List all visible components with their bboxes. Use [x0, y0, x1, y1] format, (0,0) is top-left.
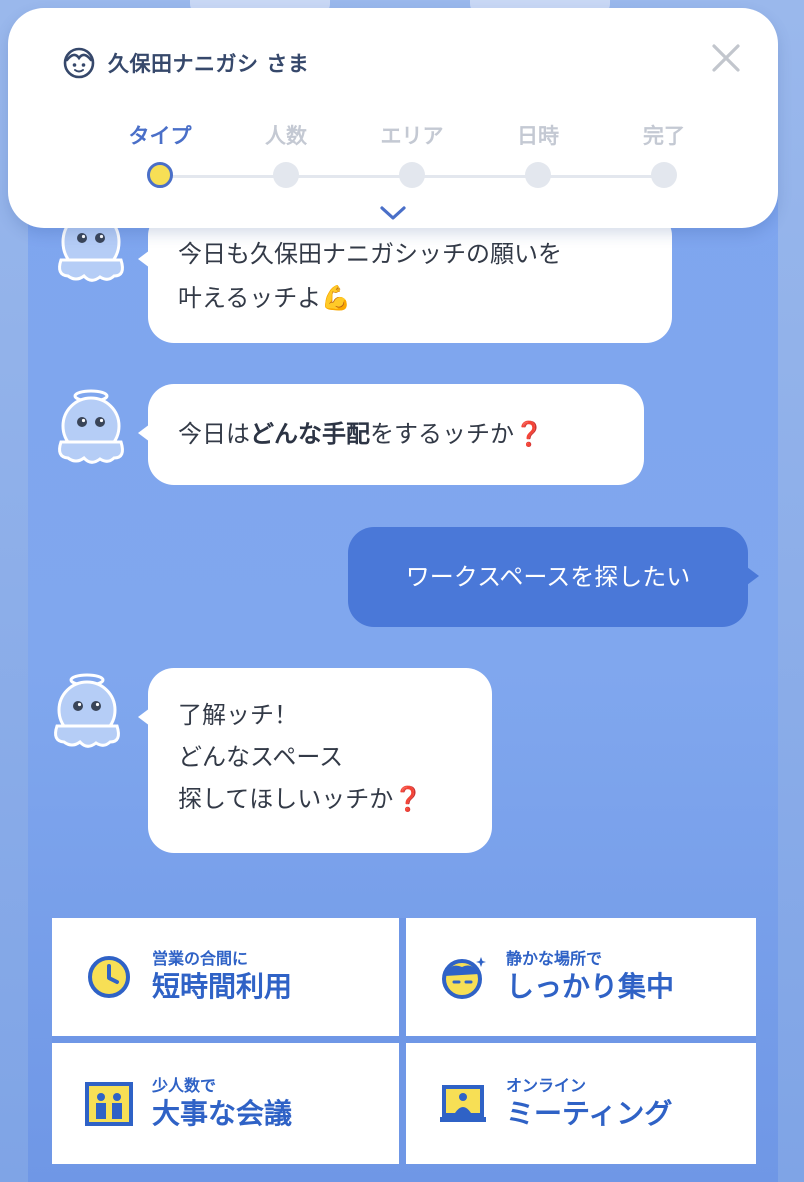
- step-dot: [399, 162, 425, 188]
- option-subtitle: 営業の合間に: [152, 949, 249, 968]
- option-subtitle: 静かな場所で: [506, 949, 603, 968]
- user-info: 久保田ナニガシ さま: [62, 46, 309, 80]
- step-dot-active: [147, 162, 173, 188]
- question-mark-icon: ❓: [393, 785, 424, 813]
- option-focus[interactable]: 静かな場所で しっかり集中: [406, 918, 756, 1036]
- flexed-biceps-emoji: 💪: [321, 284, 352, 312]
- option-small-meeting[interactable]: 少人数で 大事な会議: [52, 1043, 399, 1164]
- bot-message-3-line1: 了解ッチ！: [178, 701, 298, 729]
- step-label: タイプ: [128, 124, 192, 148]
- bubble-tail: [747, 567, 759, 585]
- bot-message-1: 今日も久保田ナニガシッチの願いを 叶えるッチよ💪: [138, 210, 672, 343]
- user-message-text: ワークスペースを探したい: [405, 563, 691, 591]
- bubble-tail: [138, 250, 150, 268]
- progress-stepper: タイプ 人数 エリア 日時 完了: [98, 120, 698, 200]
- user-name: 久保田ナニガシ さま: [108, 52, 310, 76]
- bot-message-2-bold: どんな手配: [250, 420, 370, 448]
- option-subtitle: オンライン: [506, 1075, 587, 1095]
- option-title: しっかり集中: [506, 970, 675, 1003]
- laptop-person-icon: [440, 1084, 486, 1122]
- close-button[interactable]: [708, 40, 744, 76]
- option-online-meeting[interactable]: オンライン ミーティング: [406, 1043, 756, 1164]
- bot-message-3-line3: 探してほしいッチか: [178, 785, 394, 813]
- option-title: ミーティング: [506, 1096, 673, 1130]
- ghost-mascot-avatar: [54, 673, 120, 748]
- step-complete: 完了: [602, 120, 726, 188]
- step-label: 完了: [643, 124, 685, 148]
- bot-message-1-line1: 今日も久保田ナニガシッチの願いを: [178, 240, 562, 268]
- step-label: エリア: [380, 124, 444, 148]
- ghost-mascot-avatar: [58, 389, 124, 464]
- header-card: 久保田ナニガシ さま タイプ 人数 エリア 日時 完了: [8, 8, 778, 228]
- step-label: 人数: [265, 124, 307, 148]
- user-face-icon: [62, 46, 96, 80]
- option-short-use[interactable]: 営業の合間に 短時間利用: [52, 918, 399, 1036]
- bot-message-1-line2: 叶えるッチよ: [178, 284, 322, 312]
- bot-message-2: 今日はどんな手配をするッチか❓: [138, 384, 644, 485]
- focus-face-icon: [442, 957, 486, 999]
- option-subtitle: 少人数で: [152, 1075, 217, 1095]
- step-type: タイプ: [98, 120, 222, 188]
- step-area: エリア: [350, 120, 474, 188]
- close-icon: [712, 44, 740, 72]
- option-title: 大事な会議: [152, 1096, 293, 1130]
- bubble-tail: [138, 708, 150, 726]
- question-mark-icon: ❓: [514, 420, 544, 448]
- step-dot: [273, 162, 299, 188]
- bot-message-2-text: 今日は: [178, 420, 250, 448]
- step-dot: [525, 162, 551, 188]
- bot-message-3: 了解ッチ！ どんなスペース 探してほしいッチか❓: [138, 668, 492, 853]
- bot-message-2-text-end: をするッチか: [370, 420, 514, 448]
- clock-icon: [88, 956, 130, 998]
- option-grid: 営業の合間に 短時間利用 静かな場所で しっかり集中 少人数で 大事な会議 オン…: [52, 918, 756, 1164]
- chevron-down-icon[interactable]: [379, 204, 407, 222]
- meeting-room-icon: [85, 1081, 133, 1126]
- bot-message-3-line2: どんなスペース: [178, 743, 344, 771]
- step-dot: [651, 162, 677, 188]
- bubble-tail: [138, 424, 150, 442]
- step-people: 人数: [224, 120, 348, 188]
- step-label: 日時: [517, 124, 559, 148]
- step-datetime: 日時: [476, 120, 600, 188]
- option-title: 短時間利用: [152, 970, 293, 1003]
- user-message: ワークスペースを探したい: [348, 527, 759, 627]
